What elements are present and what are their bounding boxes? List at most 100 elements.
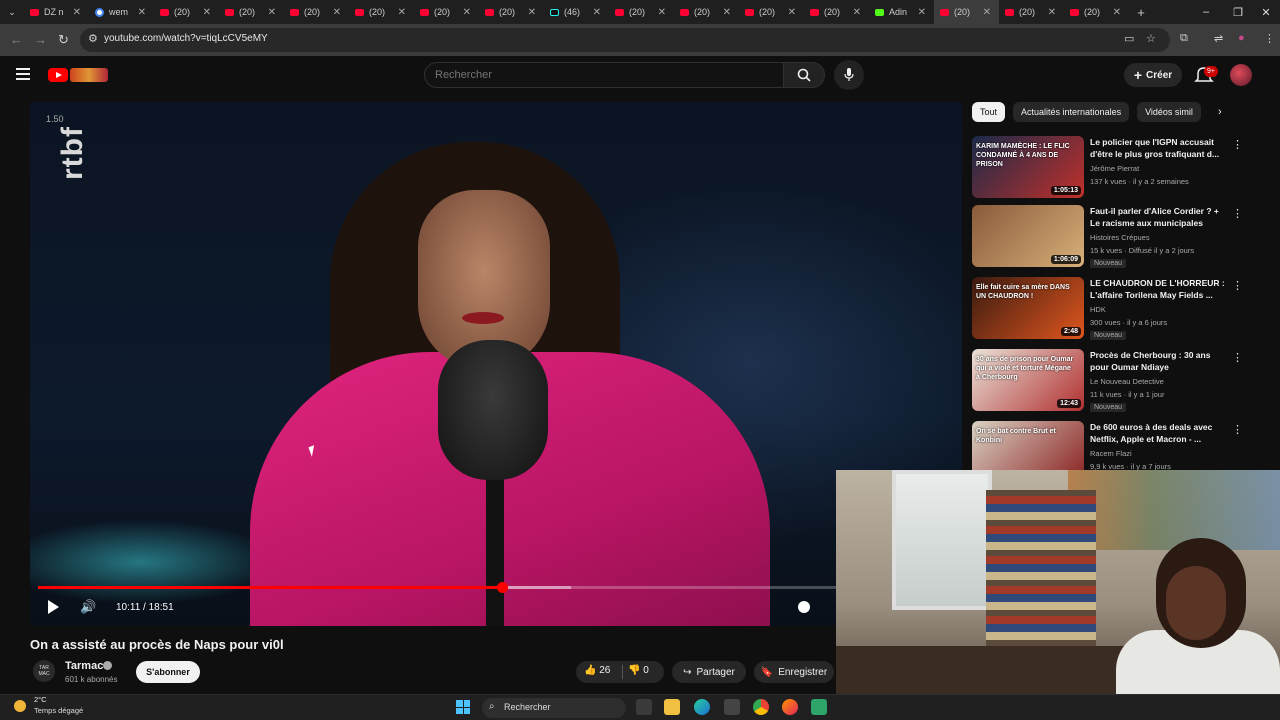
search-button[interactable] bbox=[783, 62, 825, 88]
browser-tab[interactable]: (20) ✕ bbox=[609, 0, 674, 24]
recommendation-channel[interactable]: Jérôme Pierrat bbox=[1090, 164, 1139, 173]
browser-tab[interactable]: (20) ✕ bbox=[674, 0, 739, 24]
browser-tab[interactable]: (20) ✕ bbox=[414, 0, 479, 24]
play-button[interactable] bbox=[46, 599, 60, 615]
browser-tab[interactable]: (20) ✕ bbox=[349, 0, 414, 24]
bookmark-star-icon[interactable]: ☆ bbox=[1146, 32, 1156, 45]
tab-close-icon[interactable]: ✕ bbox=[398, 7, 406, 18]
tab-close-icon[interactable]: ✕ bbox=[1048, 7, 1056, 18]
firefox-icon[interactable] bbox=[782, 699, 798, 715]
browser-tab[interactable]: wem ✕ bbox=[89, 0, 154, 24]
recommendation-title[interactable]: De 600 euros à des deals avec Netflix, A… bbox=[1090, 421, 1230, 445]
weather-moon-icon[interactable] bbox=[14, 700, 26, 712]
taskbar-search[interactable]: ⌕ Rechercher bbox=[482, 698, 626, 718]
filter-chip[interactable]: Actualités internationales bbox=[1013, 102, 1130, 122]
tab-close-icon[interactable]: ✕ bbox=[658, 7, 666, 18]
video-thumbnail[interactable]: KARIM MAMÈCHE : LE FLIC CONDAMNÉ À 4 ANS… bbox=[972, 136, 1084, 198]
tab-close-icon[interactable]: ✕ bbox=[1113, 7, 1121, 18]
browser-tab[interactable]: (46) ✕ bbox=[544, 0, 609, 24]
filter-chip[interactable]: Tout bbox=[972, 102, 1006, 122]
weather-condition[interactable]: Temps dégagé bbox=[34, 706, 83, 715]
recommendation-item[interactable]: KARIM MAMÈCHE : LE FLIC CONDAMNÉ À 4 ANS… bbox=[972, 136, 1252, 202]
tab-close-icon[interactable]: ✕ bbox=[203, 7, 211, 18]
minimize-icon[interactable]: – bbox=[1190, 0, 1222, 24]
tab-close-icon[interactable]: ✕ bbox=[333, 7, 341, 18]
browser-tab[interactable]: (20) ✕ bbox=[284, 0, 349, 24]
app-icon[interactable] bbox=[811, 699, 827, 715]
more-options-icon[interactable]: ⋮ bbox=[1232, 423, 1243, 436]
subscribe-button[interactable]: S'abonner bbox=[136, 661, 200, 683]
tab-close-icon[interactable]: ✕ bbox=[853, 7, 861, 18]
search-input[interactable] bbox=[435, 69, 735, 81]
browser-tab[interactable]: (20) ✕ bbox=[804, 0, 869, 24]
file-explorer-icon[interactable] bbox=[664, 699, 680, 715]
recommendation-channel[interactable]: Le Nouveau Detective bbox=[1090, 377, 1164, 386]
install-app-icon[interactable]: ▭ bbox=[1124, 32, 1134, 45]
recommendation-title[interactable]: Le policier que l'IGPN accusait d'être l… bbox=[1090, 136, 1230, 160]
save-button[interactable]: 🔖 Enregistrer bbox=[754, 661, 834, 683]
browser-tab[interactable]: (20) ✕ bbox=[934, 0, 999, 24]
chevron-right-icon[interactable]: › bbox=[1218, 106, 1222, 118]
menu-icon[interactable] bbox=[16, 68, 30, 80]
tab-close-icon[interactable]: ✕ bbox=[593, 7, 601, 18]
tab-close-icon[interactable]: ✕ bbox=[788, 7, 796, 18]
browser-tab[interactable]: (20) ✕ bbox=[479, 0, 544, 24]
recommendation-channel[interactable]: Racem Flazi bbox=[1090, 449, 1132, 458]
back-icon[interactable]: ← bbox=[10, 32, 23, 47]
recommendation-title[interactable]: LE CHAUDRON DE L'HORREUR : L'affaire Tor… bbox=[1090, 277, 1230, 301]
browser-tab[interactable]: (20) ✕ bbox=[999, 0, 1064, 24]
tab-close-icon[interactable]: ✕ bbox=[138, 7, 146, 18]
browser-tab[interactable]: Adin ✕ bbox=[869, 0, 934, 24]
dislike-button[interactable]: 👎 0 bbox=[628, 665, 649, 676]
windows-start-icon[interactable] bbox=[456, 700, 470, 714]
task-view-icon[interactable] bbox=[636, 699, 652, 715]
video-thumbnail[interactable]: 1:06:09 bbox=[972, 205, 1084, 267]
profile-icon[interactable]: ● bbox=[1238, 32, 1245, 44]
video-thumbnail[interactable]: Elle fait cuire sa mère DANS UN CHAUDRON… bbox=[972, 277, 1084, 339]
recommendation-channel[interactable]: Histoires Crépues bbox=[1090, 233, 1150, 242]
tab-close-icon[interactable]: ✕ bbox=[268, 7, 276, 18]
channel-name[interactable]: Tarmac bbox=[65, 660, 103, 672]
recommendation-channel[interactable]: HDK bbox=[1090, 305, 1106, 314]
like-button[interactable]: 👍 26 bbox=[584, 665, 610, 676]
more-options-icon[interactable]: ⋮ bbox=[1232, 207, 1243, 220]
address-bar[interactable]: ⚙ youtube.com/watch?v=tiqLcCV5eMY ▭ ☆ bbox=[80, 28, 1170, 52]
volume-icon[interactable]: 🔊 bbox=[80, 599, 96, 615]
url-text[interactable]: youtube.com/watch?v=tiqLcCV5eMY bbox=[104, 33, 268, 44]
recommendation-item[interactable]: Elle fait cuire sa mère DANS UN CHAUDRON… bbox=[972, 277, 1252, 343]
more-options-icon[interactable]: ⋮ bbox=[1232, 279, 1243, 292]
recommendation-title[interactable]: Faut-il parler d'Alice Cordier ? + Le ra… bbox=[1090, 205, 1230, 229]
video-player[interactable]: rtbf 1.50 🔊 10:11 / 18:51 bbox=[30, 102, 962, 626]
close-window-icon[interactable]: ✕ bbox=[1250, 0, 1280, 24]
browser-tab[interactable]: (20) ✕ bbox=[739, 0, 804, 24]
tab-close-icon[interactable]: ✕ bbox=[73, 7, 81, 18]
edge-icon[interactable] bbox=[694, 699, 710, 715]
tab-list-icon[interactable]: ⌄ bbox=[0, 0, 24, 24]
chrome-icon[interactable] bbox=[753, 699, 769, 715]
tab-search-icon[interactable]: ⇌ bbox=[1214, 32, 1223, 45]
account-avatar[interactable] bbox=[1230, 64, 1252, 86]
browser-tab[interactable]: (20) ✕ bbox=[1064, 0, 1129, 24]
youtube-logo[interactable] bbox=[48, 66, 108, 82]
browser-tab[interactable]: (20) ✕ bbox=[154, 0, 219, 24]
share-button[interactable]: ↪ Partager bbox=[672, 661, 746, 683]
forward-icon[interactable]: → bbox=[34, 32, 47, 47]
tab-close-icon[interactable]: ✕ bbox=[723, 7, 731, 18]
filter-chip[interactable]: Vidéos simil bbox=[1137, 102, 1201, 122]
recommendation-title[interactable]: Procès de Cherbourg : 30 ans pour Oumar … bbox=[1090, 349, 1230, 373]
browser-menu-icon[interactable]: ⋮ bbox=[1264, 32, 1275, 45]
weather-temperature[interactable]: 2°C bbox=[34, 695, 47, 704]
more-options-icon[interactable]: ⋮ bbox=[1232, 138, 1243, 151]
store-icon[interactable] bbox=[724, 699, 740, 715]
more-options-icon[interactable]: ⋮ bbox=[1232, 351, 1243, 364]
channel-avatar[interactable]: TAR MAC bbox=[33, 660, 55, 682]
browser-tab[interactable]: DZ n ✕ bbox=[24, 0, 89, 24]
recommendation-item[interactable]: 30 ans de prison pour Oumar qui a violé … bbox=[972, 349, 1252, 415]
new-tab-icon[interactable]: + bbox=[1129, 0, 1153, 24]
tab-close-icon[interactable]: ✕ bbox=[463, 7, 471, 18]
site-info-icon[interactable]: ⚙ bbox=[88, 32, 98, 45]
recommendation-item[interactable]: 1:06:09 Faut-il parler d'Alice Cordier ? … bbox=[972, 205, 1252, 271]
progress-bar[interactable] bbox=[38, 582, 898, 593]
voice-search-button[interactable] bbox=[834, 60, 864, 90]
tab-close-icon[interactable]: ✕ bbox=[528, 7, 536, 18]
